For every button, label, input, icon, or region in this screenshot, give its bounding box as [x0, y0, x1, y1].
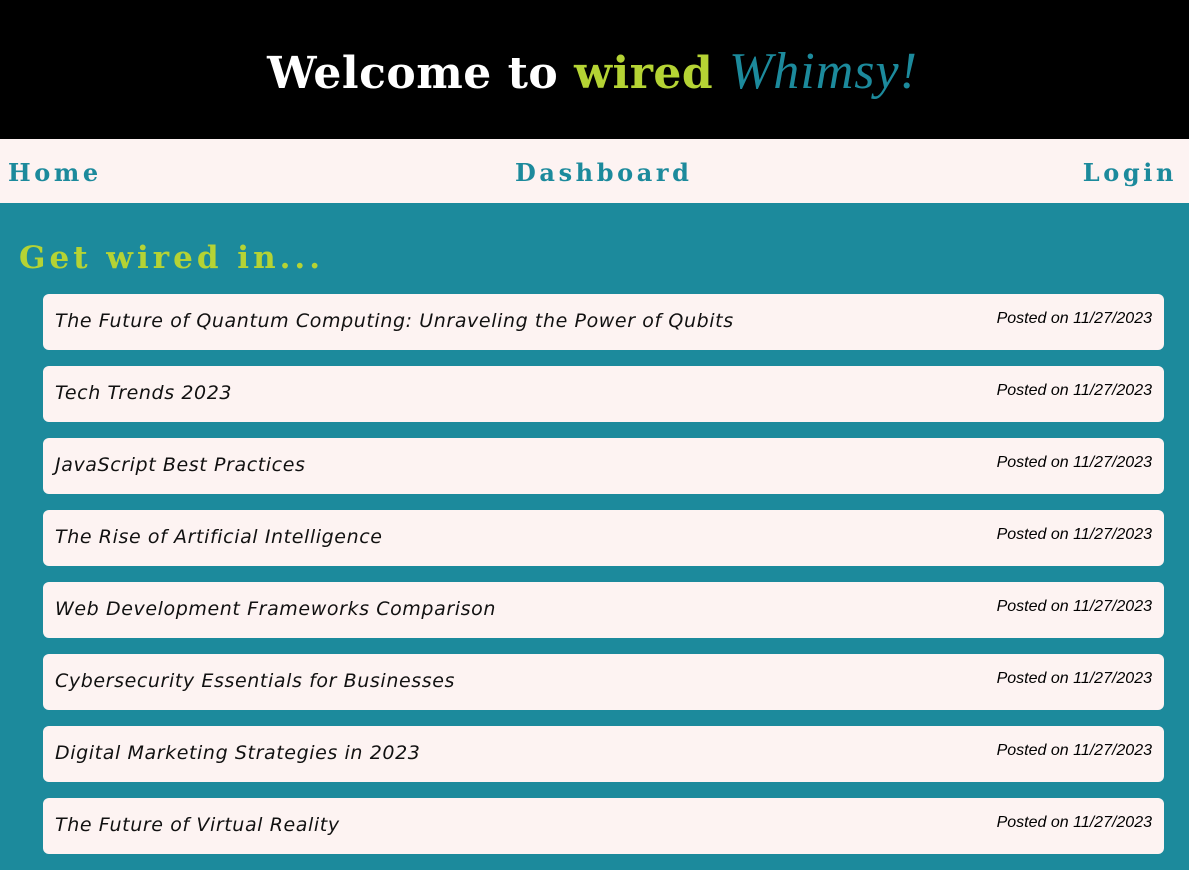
- nav-dashboard-link[interactable]: Dashboard: [515, 161, 693, 185]
- title-whimsy: Whimsy!: [728, 43, 918, 100]
- main-nav: Home Dashboard Login: [0, 139, 1189, 203]
- post-title[interactable]: Tech Trends 2023: [55, 383, 232, 404]
- post-card[interactable]: The Rise of Artificial Intelligence Post…: [43, 510, 1164, 566]
- main-content: Get wired in... The Future of Quantum Co…: [0, 203, 1189, 859]
- title-wired: wired: [574, 48, 714, 99]
- title-welcome: Welcome to: [267, 48, 575, 99]
- post-date: Posted on 11/27/2023: [996, 670, 1152, 687]
- site-title: Welcome to wired Whimsy!: [267, 42, 918, 101]
- post-title[interactable]: The Future of Virtual Reality: [55, 815, 340, 836]
- post-date: Posted on 11/27/2023: [996, 454, 1152, 471]
- post-card[interactable]: JavaScript Best Practices Posted on 11/2…: [43, 438, 1164, 494]
- post-card[interactable]: Tech Trends 2023 Posted on 11/27/2023: [43, 366, 1164, 422]
- post-title[interactable]: The Rise of Artificial Intelligence: [55, 527, 383, 548]
- post-title[interactable]: Digital Marketing Strategies in 2023: [55, 743, 420, 764]
- post-title[interactable]: Web Development Frameworks Comparison: [55, 599, 496, 620]
- post-title[interactable]: Cybersecurity Essentials for Businesses: [55, 671, 455, 692]
- section-heading: Get wired in...: [19, 240, 324, 276]
- post-title[interactable]: JavaScript Best Practices: [55, 455, 306, 476]
- post-date: Posted on 11/27/2023: [996, 382, 1152, 399]
- post-date: Posted on 11/27/2023: [996, 814, 1152, 831]
- site-header: Welcome to wired Whimsy!: [0, 0, 1189, 139]
- post-card[interactable]: Cybersecurity Essentials for Businesses …: [43, 654, 1164, 710]
- post-card[interactable]: Digital Marketing Strategies in 2023 Pos…: [43, 726, 1164, 782]
- nav-login-link[interactable]: Login: [1083, 161, 1177, 185]
- post-date: Posted on 11/27/2023: [996, 598, 1152, 615]
- nav-home-link[interactable]: Home: [8, 161, 102, 185]
- post-card[interactable]: Web Development Frameworks Comparison Po…: [43, 582, 1164, 638]
- post-card[interactable]: The Future of Quantum Computing: Unravel…: [43, 294, 1164, 350]
- post-date: Posted on 11/27/2023: [996, 310, 1152, 327]
- post-date: Posted on 11/27/2023: [996, 742, 1152, 759]
- post-title[interactable]: The Future of Quantum Computing: Unravel…: [55, 311, 734, 332]
- post-list: The Future of Quantum Computing: Unravel…: [43, 294, 1164, 870]
- post-card[interactable]: The Future of Virtual Reality Posted on …: [43, 798, 1164, 854]
- post-date: Posted on 11/27/2023: [996, 526, 1152, 543]
